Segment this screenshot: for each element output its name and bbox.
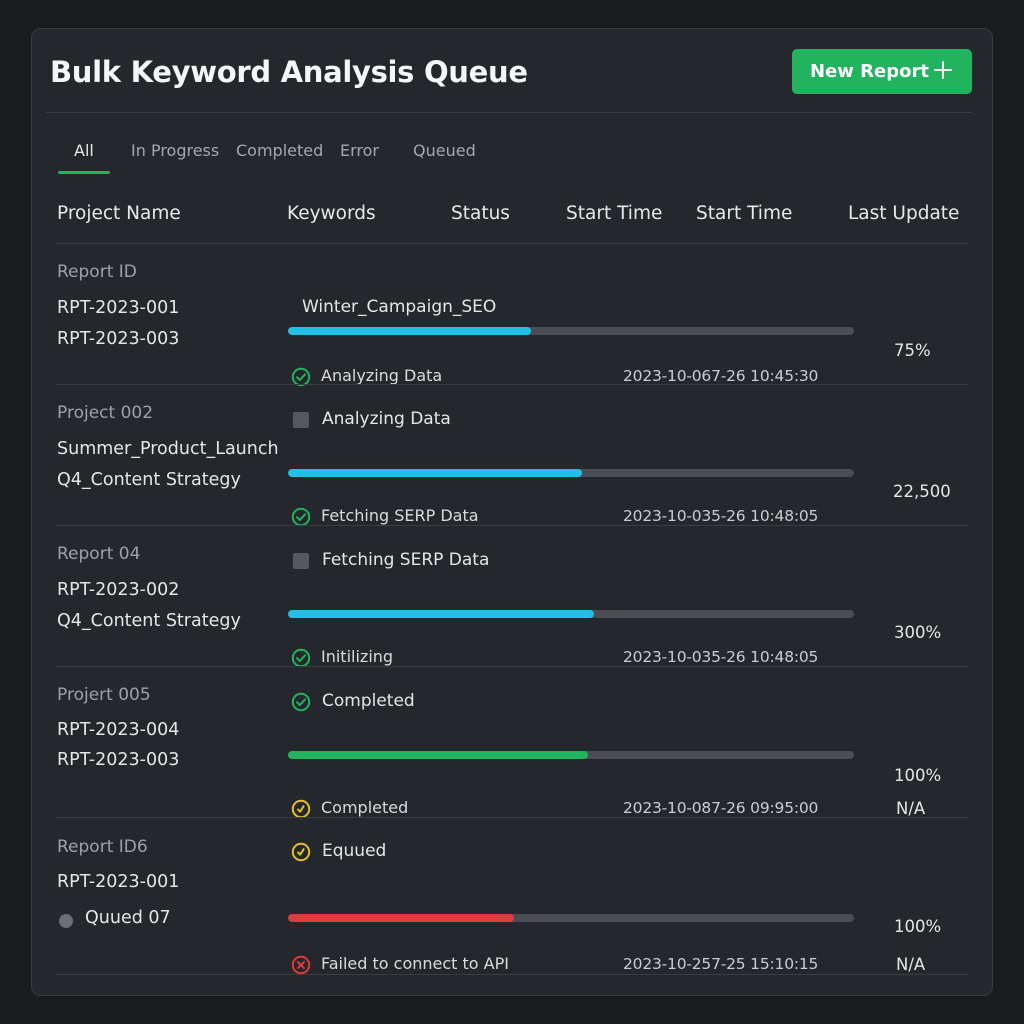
project-name: Summer_Product_Launch <box>57 439 279 459</box>
active-tab-indicator <box>58 171 110 174</box>
table-row[interactable]: Project 002 Summer_Product_Launch Q4_Conte… <box>32 384 992 527</box>
header-divider <box>46 112 972 113</box>
report-id: Project 002 <box>57 403 154 423</box>
project-name: RPT-2023-001 <box>57 298 180 318</box>
last-update-value: 300% <box>894 623 942 642</box>
keyword-label: Completed <box>322 691 415 711</box>
last-update-secondary: N/A <box>896 799 926 818</box>
last-update-secondary: N/A <box>896 955 926 974</box>
column-header-keywords[interactable]: Keywords <box>287 203 376 224</box>
progress-fill <box>288 469 583 477</box>
project-name-secondary: Quued 07 <box>85 908 171 928</box>
status-text: Initilizing <box>321 647 394 666</box>
progress-fill <box>288 327 532 335</box>
queued-dot-icon <box>59 914 73 928</box>
timestamp: 2023-10-035-26 10:48:05 <box>623 507 819 525</box>
check-circle-icon <box>291 648 311 668</box>
status-tabs: All In Progress Completed Error Queued <box>32 141 992 181</box>
status-text: Failed to connect to API <box>321 954 509 973</box>
column-header-last-update[interactable]: Last Update <box>848 203 959 224</box>
project-name: RPT-2023-002 <box>57 580 180 600</box>
report-id: Report ID6 <box>57 837 148 857</box>
error-circle-icon <box>291 955 311 975</box>
last-update-value: 100% <box>894 766 942 785</box>
last-update-value: 22,500 <box>893 482 951 501</box>
progress-bar <box>288 610 854 618</box>
new-report-label: New Report <box>810 61 929 82</box>
table-row[interactable]: Report ID RPT-2023-001 RPT-2023-003 Winter_… <box>32 243 992 387</box>
column-header-project-name[interactable]: Project Name <box>57 203 181 224</box>
keyword-label: Fetching SERP Data <box>322 550 490 570</box>
plus-icon <box>932 59 954 81</box>
timestamp: 2023-10-067-26 10:45:30 <box>623 367 819 385</box>
column-header-start-time-2[interactable]: Start Time <box>696 203 792 224</box>
project-name-secondary: RPT-2023-003 <box>57 750 180 770</box>
column-header-start-time[interactable]: Start Time <box>566 203 662 224</box>
tab-in-progress[interactable]: In Progress <box>131 141 219 160</box>
progress-bar <box>288 327 854 335</box>
tab-error[interactable]: Error <box>340 141 379 160</box>
report-id: Report ID <box>57 262 137 282</box>
clock-circle-icon <box>291 799 311 819</box>
last-update-value: 75% <box>894 341 931 360</box>
status-text: Fetching SERP Data <box>321 506 479 525</box>
tab-queued[interactable]: Queued <box>413 141 476 160</box>
last-update-value: 100% <box>894 917 942 936</box>
status-text: Completed <box>321 798 409 817</box>
progress-bar <box>288 751 854 759</box>
table-row[interactable]: Report 04 RPT-2023-002 Q4_Content Strategy… <box>32 525 992 668</box>
report-id: Report 04 <box>57 544 141 564</box>
table-row[interactable]: Projert 005 RPT-2023-004 RPT-2023-003 Compl… <box>32 666 992 819</box>
project-name-secondary: Q4_Content Strategy <box>57 470 241 490</box>
clock-circle-icon <box>291 842 311 862</box>
progress-fill <box>288 751 588 759</box>
progress-fill <box>288 610 594 618</box>
progress-fill <box>288 914 515 922</box>
project-name: RPT-2023-004 <box>57 720 180 740</box>
keyword-label: Analyzing Data <box>322 409 451 429</box>
keyword-label: Equued <box>322 841 387 861</box>
timestamp: 2023-10-257-25 15:10:15 <box>623 955 819 973</box>
check-circle-icon <box>291 692 311 712</box>
square-icon <box>293 553 309 569</box>
project-name: RPT-2023-001 <box>57 872 180 892</box>
new-report-button[interactable]: New Report <box>792 49 972 94</box>
square-icon <box>293 412 309 428</box>
tab-completed[interactable]: Completed <box>236 141 323 160</box>
row-divider <box>56 974 968 975</box>
tab-all[interactable]: All <box>74 141 94 160</box>
timestamp: 2023-10-035-26 10:48:05 <box>623 648 819 666</box>
table-row[interactable]: Report ID6 RPT-2023-001 Quued 07 Equued Fail… <box>32 817 992 975</box>
queue-panel: Bulk Keyword Analysis Queue New Report A… <box>31 28 993 996</box>
column-header-status[interactable]: Status <box>451 203 510 224</box>
report-id: Projert 005 <box>57 685 151 705</box>
check-circle-icon <box>291 507 311 527</box>
progress-bar <box>288 914 854 922</box>
project-name-secondary: Q4_Content Strategy <box>57 611 241 631</box>
status-text: Analyzing Data <box>321 366 443 385</box>
timestamp: 2023-10-087-26 09:95:00 <box>623 799 819 817</box>
keyword-label: Winter_Campaign_SEO <box>302 297 497 317</box>
project-name-secondary: RPT-2023-003 <box>57 329 180 349</box>
page-title: Bulk Keyword Analysis Queue <box>50 55 528 89</box>
progress-bar <box>288 469 854 477</box>
